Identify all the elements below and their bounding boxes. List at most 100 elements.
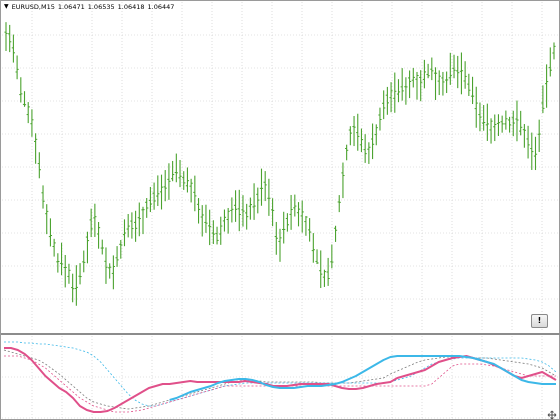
- price-bar: [256, 187, 260, 214]
- price-bar: [482, 105, 486, 131]
- price-bar: [93, 203, 97, 237]
- price-bar: [45, 204, 49, 235]
- price-bar: [467, 73, 471, 96]
- price-bar: [171, 160, 175, 182]
- price-bar: [359, 128, 364, 153]
- indicator-line-pink-dotted: [4, 355, 556, 413]
- price-bar: [548, 47, 552, 77]
- price-bar: [19, 77, 23, 103]
- price-bar: [522, 124, 526, 148]
- price-bar: [233, 190, 238, 222]
- main-grid: [2, 2, 559, 332]
- price-bar: [400, 68, 404, 101]
- price-bar: [59, 242, 64, 276]
- price-bar: [219, 216, 223, 245]
- price-bar: [326, 257, 330, 286]
- price-bar: [452, 54, 456, 79]
- price-bar: [459, 52, 464, 95]
- price-bar: [404, 77, 408, 105]
- price-bar: [11, 34, 16, 63]
- price-bar: [493, 114, 497, 142]
- price-bar: [126, 214, 130, 238]
- price-bar: [189, 178, 193, 203]
- price-chart[interactable]: [2, 2, 559, 332]
- price-bar: [248, 197, 252, 220]
- price-bar: [322, 269, 327, 287]
- price-bar: [478, 102, 482, 132]
- price-bar: [311, 233, 315, 263]
- price-bar: [133, 210, 138, 242]
- indicator-pane[interactable]: [2, 336, 559, 419]
- pane-divider[interactable]: [1, 333, 560, 335]
- price-bar: [270, 198, 275, 227]
- price-bar: [278, 228, 282, 262]
- price-bar: [337, 195, 341, 213]
- price-bar: [130, 212, 134, 239]
- price-bar: [111, 255, 115, 290]
- price-bar: [415, 71, 419, 100]
- price-bar: [82, 250, 86, 273]
- price-bar: [352, 116, 356, 147]
- price-bar: [152, 182, 156, 210]
- price-bar: [396, 79, 401, 103]
- price-bar: [67, 263, 71, 284]
- price-bar: [537, 119, 541, 152]
- price-bar: [511, 110, 515, 137]
- price-bar: [185, 167, 190, 193]
- price-bar: [71, 273, 75, 303]
- main-chart-pane[interactable]: [2, 2, 559, 332]
- price-bar: [204, 204, 208, 233]
- price-bar: [489, 118, 493, 144]
- resize-grip-icon[interactable]: [546, 410, 558, 420]
- price-bar: [433, 67, 438, 100]
- price-bar: [56, 253, 60, 273]
- alert-button[interactable]: !: [531, 314, 548, 328]
- price-bar: [448, 52, 452, 85]
- price-bar: [52, 238, 56, 257]
- price-bar: [267, 178, 271, 216]
- price-bar: [252, 183, 256, 220]
- price-bar: [34, 133, 38, 164]
- price-bar: [296, 202, 301, 227]
- price-bar: [104, 247, 108, 284]
- price-bar: [108, 263, 112, 279]
- price-bar: [533, 136, 538, 171]
- price-bar: [441, 71, 445, 96]
- low-price: 1.06418: [117, 3, 145, 11]
- price-bar: [519, 110, 523, 136]
- price-bar: [315, 249, 319, 265]
- price-bar: [496, 114, 501, 137]
- price-bar: [530, 132, 534, 170]
- price-bar: [156, 175, 160, 206]
- indicator-line-cyan-solid: [169, 355, 556, 401]
- price-bar: [211, 220, 215, 245]
- price-bar: [178, 159, 182, 188]
- price-bar: [426, 63, 430, 79]
- price-bar: [141, 206, 145, 235]
- price-bar: [330, 244, 334, 269]
- price-bar: [274, 221, 278, 255]
- price-bar: [293, 194, 297, 217]
- price-bar: [174, 153, 178, 183]
- price-bar: [507, 116, 512, 133]
- price-bar: [15, 55, 19, 80]
- indicator-line-cyan-dotted: [4, 341, 557, 407]
- price-bar: [167, 163, 171, 200]
- indicator-grid: [2, 336, 559, 419]
- price-bar: [78, 263, 82, 285]
- price-bar: [407, 70, 412, 99]
- price-bar: [163, 170, 167, 202]
- price-bar: [515, 100, 519, 142]
- price-bar: [41, 185, 45, 209]
- price-bar: [348, 126, 352, 146]
- price-bar: [341, 162, 345, 199]
- price-bar: [289, 194, 293, 230]
- indicator-chart[interactable]: [2, 336, 559, 419]
- price-bar: [356, 113, 360, 151]
- triangle-down-icon[interactable]: ▼: [4, 4, 9, 10]
- price-bar: [345, 144, 349, 161]
- price-bars: [4, 22, 556, 306]
- price-bar: [333, 225, 338, 242]
- price-bar: [308, 218, 312, 242]
- price-bar: [437, 70, 441, 96]
